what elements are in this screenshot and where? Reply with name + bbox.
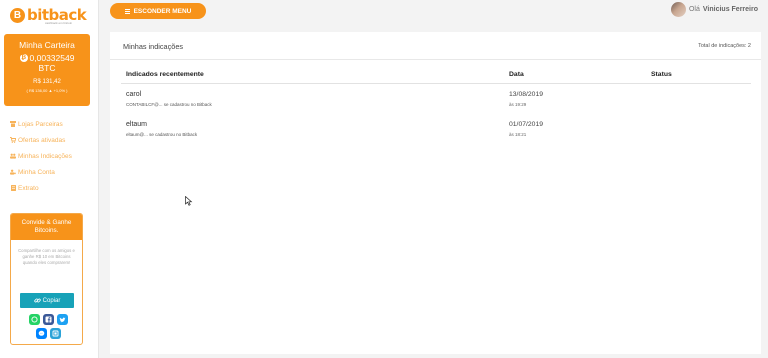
wallet-title: Minha Carteira: [19, 40, 75, 50]
sidebar-item-label: Minhas Indicações: [18, 152, 72, 160]
avatar: [670, 2, 686, 17]
divider: [121, 83, 751, 84]
copy-button-label: Copiar: [42, 297, 61, 304]
twitter-icon: [59, 317, 66, 322]
referral-name: eltaum: [126, 121, 148, 128]
hide-menu-button[interactable]: ESCONDER MENU: [110, 3, 206, 19]
facebook-share-button[interactable]: [42, 314, 54, 325]
sidebar-item-lojas-parceiras[interactable]: Lojas Parceiras: [10, 116, 72, 132]
wallet-card: Minha Carteira ₿ 0,00332549 BTC R$ 131,4…: [4, 34, 90, 106]
whatsapp-share-button[interactable]: [28, 314, 40, 325]
referral-description: eltaum@... se cadastrou no Bitback: [126, 132, 198, 137]
sidebar-item-ofertas-ativadas[interactable]: Ofertas ativadas: [10, 132, 72, 148]
telegram-share-button[interactable]: [49, 328, 61, 339]
sidebar-item-extrato[interactable]: Extrato: [10, 180, 72, 196]
wallet-btc-amount: 0,00332549: [29, 53, 75, 63]
wallet-btc-unit: BTC: [38, 63, 56, 73]
referral-name: carol: [126, 91, 142, 98]
table-row: carol CONTABILCF@... se cadastrou no Bit…: [110, 91, 761, 121]
users-icon: [10, 153, 16, 159]
hide-menu-label: ESCONDER MENU: [133, 7, 192, 15]
referrals-card: Minhas indicações Total de indicações: 2…: [110, 32, 761, 354]
twitter-share-button[interactable]: [56, 314, 68, 325]
document-icon: [10, 185, 16, 191]
divider: [110, 59, 761, 60]
facebook-icon: [45, 316, 51, 323]
invite-description: Compartilhe com os amigos e ganhe R$ 10 …: [18, 248, 75, 265]
column-header-date: Data: [509, 71, 524, 78]
topbar: ESCONDER MENU Olá Vinicius Ferreiro: [99, 0, 768, 22]
referral-time: às 19:29: [509, 102, 527, 107]
sidebar-item-minha-conta[interactable]: Minha Conta: [10, 164, 72, 180]
sidebar-item-label: Ofertas ativadas: [18, 136, 66, 144]
messenger-share-button[interactable]: [35, 328, 47, 339]
copy-link-button[interactable]: Copiar: [20, 293, 74, 308]
messenger-icon: [38, 330, 44, 336]
table-row: eltaum eltaum@... se cadastrou no Bitbac…: [110, 121, 761, 151]
sidebar: B bitback cashback em bitcoin Minha Cart…: [0, 0, 99, 358]
wallet-btc-balance: ₿ 0,00332549: [4, 53, 90, 63]
cart-icon: [10, 137, 16, 143]
share-buttons-row-1: [26, 314, 70, 325]
sidebar-nav: Lojas Parceiras Ofertas ativadas Minhas …: [10, 116, 72, 196]
whatsapp-icon: [30, 316, 38, 323]
referral-date: 13/08/2019: [509, 91, 544, 98]
column-header-recent-referrals: Indicados recentemente: [126, 71, 204, 78]
user-name: Vinicius Ferreiro: [702, 6, 758, 13]
wallet-btc-rate: ( R$ 136,00 ▲ +1,0% ): [26, 88, 68, 93]
sidebar-item-minhas-indicacoes[interactable]: Minhas Indicações: [10, 148, 72, 164]
referral-time: às 18:21: [509, 132, 527, 137]
page-title: Minhas indicações: [123, 42, 184, 51]
user-greeting: Olá: [688, 6, 700, 13]
referrals-total: Total de indicações: 2: [698, 43, 751, 49]
store-icon: [10, 121, 16, 127]
bitcoin-icon: ₿: [19, 54, 28, 62]
user-gear-icon: [10, 169, 16, 175]
user-menu[interactable]: Olá Vinicius Ferreiro: [670, 2, 758, 17]
invite-title: Convide & Ganhe Bitcoins.: [11, 214, 82, 240]
wallet-brl-balance: R$ 131,42: [33, 79, 61, 85]
link-icon: [33, 298, 41, 303]
sidebar-item-label: Minha Conta: [18, 168, 55, 176]
column-header-status: Status: [651, 71, 672, 78]
mouse-cursor-icon: [185, 196, 193, 206]
invite-card: Convide & Ganhe Bitcoins. Compartilhe co…: [10, 213, 83, 345]
logo-tagline: cashback em bitcoin: [45, 21, 73, 25]
referral-date: 01/07/2019: [509, 121, 544, 128]
sidebar-item-label: Extrato: [18, 184, 39, 192]
referral-description: CONTABILCF@... se cadastrou no Bitback: [126, 102, 212, 107]
telegram-icon: [52, 330, 58, 337]
share-buttons-row-2: [26, 328, 70, 339]
menu-icon: [124, 8, 130, 14]
bitcoin-coin-icon: B: [10, 7, 25, 23]
sidebar-item-label: Lojas Parceiras: [18, 120, 63, 128]
